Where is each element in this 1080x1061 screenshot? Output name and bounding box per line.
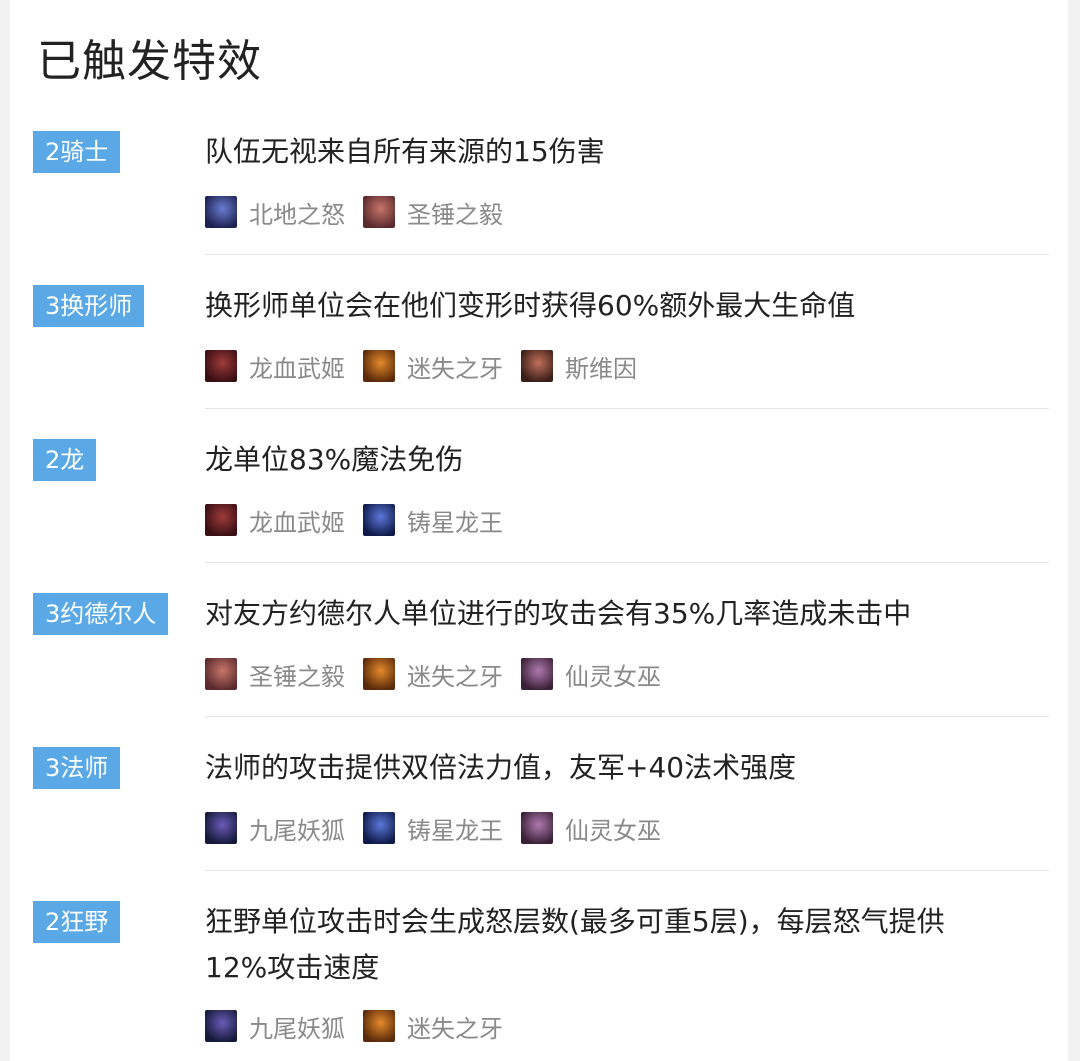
trait-description-line: 12%攻击速度 — [205, 951, 380, 984]
champion-name: 仙灵女巫 — [565, 816, 661, 845]
trait-badge[interactable]: 2骑士 — [33, 131, 121, 173]
row-divider — [205, 562, 1049, 563]
champion-chip[interactable]: 北地之怒 — [205, 195, 345, 230]
champion-name: 迷失之牙 — [407, 662, 503, 691]
champion-name: 迷失之牙 — [407, 354, 503, 383]
trait-units: 北地之怒 圣锤之毅 — [205, 195, 521, 229]
trait-units: 九尾妖狐 迷失之牙 — [205, 1009, 521, 1043]
champion-name: 铸星龙王 — [407, 508, 503, 537]
trait-description: 龙单位83%魔法免伤 — [205, 437, 1025, 483]
champion-avatar-icon — [205, 658, 237, 690]
champion-avatar-icon — [363, 812, 395, 844]
trait-description: 法师的攻击提供双倍法力值，友军+40法术强度 — [205, 745, 1025, 791]
champion-name: 龙血武姬 — [249, 508, 345, 537]
champion-chip[interactable]: 迷失之牙 — [363, 349, 503, 384]
champion-name: 北地之怒 — [249, 200, 345, 229]
traits-panel: 已触发特效 2骑士 队伍无视来自所有来源的15伤害 北地之怒 圣锤之毅 3换形师 换形师单… — [10, 0, 1068, 1061]
champion-avatar-icon — [521, 658, 553, 690]
champion-avatar-icon — [205, 350, 237, 382]
trait-units: 圣锤之毅 迷失之牙 仙灵女巫 — [205, 657, 679, 691]
champion-avatar-icon — [521, 350, 553, 382]
row-divider — [205, 716, 1049, 717]
trait-units: 九尾妖狐 铸星龙王 仙灵女巫 — [205, 811, 679, 845]
champion-name: 九尾妖狐 — [249, 1014, 345, 1043]
champion-avatar-icon — [521, 812, 553, 844]
champion-chip[interactable]: 仙灵女巫 — [521, 811, 661, 846]
champion-name: 圣锤之毅 — [407, 200, 503, 229]
champion-avatar-icon — [205, 812, 237, 844]
trait-description: 队伍无视来自所有来源的15伤害 — [205, 129, 1025, 175]
trait-description-line: 龙单位83%魔法免伤 — [205, 443, 464, 476]
trait-badge[interactable]: 3法师 — [33, 747, 121, 789]
trait-units: 龙血武姬 铸星龙王 — [205, 503, 521, 537]
champion-chip[interactable]: 铸星龙王 — [363, 811, 503, 846]
champion-name: 圣锤之毅 — [249, 662, 345, 691]
trait-units: 龙血武姬 迷失之牙 斯维因 — [205, 349, 655, 383]
champion-name: 仙灵女巫 — [565, 662, 661, 691]
trait-description-line: 狂野单位攻击时会生成怒层数(最多可重5层)，每层怒气提供 — [205, 905, 945, 938]
champion-name: 铸星龙王 — [407, 816, 503, 845]
champion-avatar-icon — [205, 196, 237, 228]
champion-chip[interactable]: 迷失之牙 — [363, 1009, 503, 1044]
trait-badge[interactable]: 3约德尔人 — [33, 593, 169, 635]
champion-name: 九尾妖狐 — [249, 816, 345, 845]
champion-avatar-icon — [363, 1010, 395, 1042]
trait-description: 换形师单位会在他们变形时获得60%额外最大生命值 — [205, 283, 1025, 329]
trait-badge[interactable]: 3换形师 — [33, 285, 145, 327]
champion-chip[interactable]: 铸星龙王 — [363, 503, 503, 538]
trait-badge[interactable]: 2狂野 — [33, 901, 121, 943]
row-divider — [205, 254, 1049, 255]
trait-description-line: 换形师单位会在他们变形时获得60%额外最大生命值 — [205, 289, 856, 322]
champion-avatar-icon — [363, 350, 395, 382]
champion-chip[interactable]: 圣锤之毅 — [205, 657, 345, 692]
champion-avatar-icon — [205, 504, 237, 536]
champion-chip[interactable]: 迷失之牙 — [363, 657, 503, 692]
champion-name: 龙血武姬 — [249, 354, 345, 383]
row-divider — [205, 870, 1049, 871]
trait-description: 狂野单位攻击时会生成怒层数(最多可重5层)，每层怒气提供 12%攻击速度 — [205, 899, 1025, 991]
page-title: 已触发特效 — [37, 36, 262, 87]
champion-chip[interactable]: 九尾妖狐 — [205, 1009, 345, 1044]
champion-chip[interactable]: 圣锤之毅 — [363, 195, 503, 230]
champion-avatar-icon — [363, 196, 395, 228]
champion-name: 斯维因 — [565, 354, 637, 383]
champion-avatar-icon — [205, 1010, 237, 1042]
champion-chip[interactable]: 仙灵女巫 — [521, 657, 661, 692]
trait-description-line: 对友方约德尔人单位进行的攻击会有35%几率造成未击中 — [205, 597, 912, 630]
champion-chip[interactable]: 龙血武姬 — [205, 349, 345, 384]
champion-name: 迷失之牙 — [407, 1014, 503, 1043]
trait-description-line: 队伍无视来自所有来源的15伤害 — [205, 135, 605, 168]
trait-badge[interactable]: 2龙 — [33, 439, 97, 481]
champion-chip[interactable]: 九尾妖狐 — [205, 811, 345, 846]
champion-avatar-icon — [363, 658, 395, 690]
trait-description: 对友方约德尔人单位进行的攻击会有35%几率造成未击中 — [205, 591, 1025, 637]
champion-chip[interactable]: 龙血武姬 — [205, 503, 345, 538]
trait-description-line: 法师的攻击提供双倍法力值，友军+40法术强度 — [205, 751, 797, 784]
champion-avatar-icon — [363, 504, 395, 536]
row-divider — [205, 408, 1049, 409]
champion-chip[interactable]: 斯维因 — [521, 349, 637, 384]
